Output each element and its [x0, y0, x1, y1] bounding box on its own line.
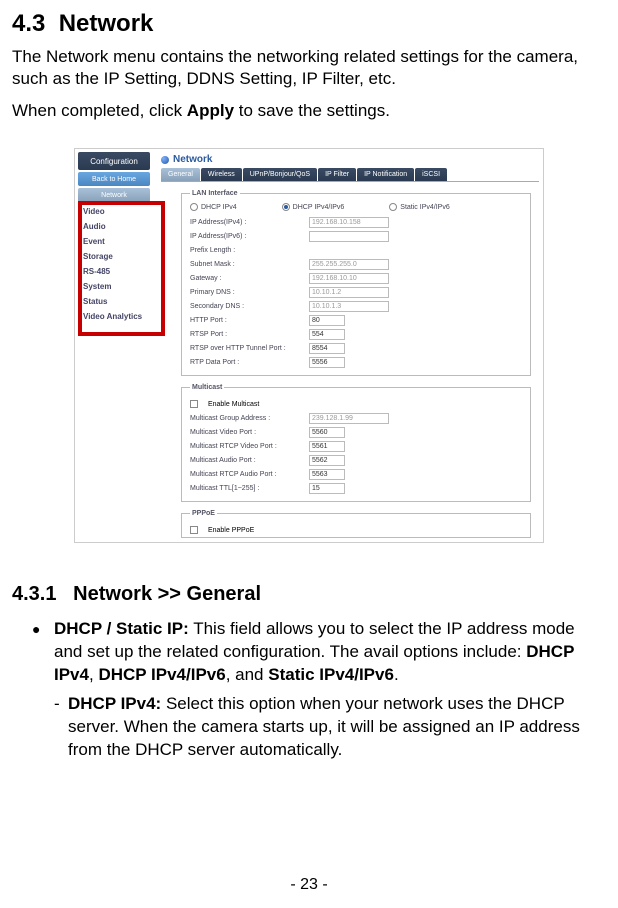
rtp-data-port-input[interactable]: 5556: [309, 357, 345, 368]
config-button[interactable]: Configuration: [78, 152, 150, 170]
screenshot-sidebar: Configuration Back to Home Network Video…: [75, 149, 153, 542]
enable-multicast-checkbox[interactable]: [190, 400, 198, 408]
multicast-video-port-input[interactable]: 5560: [309, 427, 345, 438]
pppoe-legend: PPPoE: [190, 510, 217, 517]
screenshot-figure: Configuration Back to Home Network Video…: [12, 148, 606, 543]
ip-mode-radios: DHCP IPv4 DHCP IPv4/IPv6 Static IPv4/IPv…: [190, 203, 522, 211]
multicast-rtcp-audio-port-input[interactable]: 5563: [309, 469, 345, 480]
primary-dns-input[interactable]: 10.10.1.2: [309, 287, 389, 298]
http-port-input[interactable]: 80: [309, 315, 345, 326]
tab-general[interactable]: General: [161, 168, 200, 181]
ip-address-ipv6-input[interactable]: [309, 231, 389, 242]
rtsp-port-input[interactable]: 554: [309, 329, 345, 340]
multicast-rtcp-video-port-input[interactable]: 5561: [309, 441, 345, 452]
tab-upnp[interactable]: UPnP/Bonjour/QoS: [243, 168, 317, 181]
ip-address-ipv4-input[interactable]: 192.168.10.158: [309, 217, 389, 228]
gateway-input[interactable]: 192.168.10.10: [309, 273, 389, 284]
lan-fieldset: LAN Interface DHCP IPv4 DHCP IPv4/IPv6 S…: [181, 190, 531, 376]
multicast-group-input[interactable]: 239.128.1.99: [309, 413, 389, 424]
secondary-dns-input[interactable]: 10.10.1.3: [309, 301, 389, 312]
screenshot-content: Network General Wireless UPnP/Bonjour/Qo…: [157, 149, 543, 542]
radio-dhcp-ipv4ipv6[interactable]: [282, 203, 290, 211]
tab-iscsi[interactable]: iSCSI: [415, 168, 447, 181]
bullet-item-dhcp: DHCP / Static IP: This field allows you …: [32, 618, 606, 687]
tab-panel: LAN Interface DHCP IPv4 DHCP IPv4/IPv6 S…: [161, 181, 539, 538]
radio-dhcp-ipv4[interactable]: [190, 203, 198, 211]
intro-paragraph-2: When completed, click Apply to save the …: [12, 100, 606, 122]
back-to-home-button[interactable]: Back to Home: [78, 172, 150, 186]
multicast-legend: Multicast: [190, 384, 224, 391]
bullet-list: DHCP / Static IP: This field allows you …: [12, 618, 606, 687]
subnet-mask-input[interactable]: 255.255.255.0: [309, 259, 389, 270]
intro-paragraph-1: The Network menu contains the networking…: [12, 46, 606, 90]
dash-list: DHCP IPv4: Select this option when your …: [12, 693, 606, 762]
rtsp-http-tunnel-port-input[interactable]: 8554: [309, 343, 345, 354]
enable-pppoe-checkbox[interactable]: [190, 526, 198, 534]
multicast-ttl-input[interactable]: 15: [309, 483, 345, 494]
multicast-fieldset: Multicast Enable Multicast Multicast Gro…: [181, 384, 531, 502]
tab-ipfilter[interactable]: IP Filter: [318, 168, 356, 181]
app-screenshot: Configuration Back to Home Network Video…: [74, 148, 544, 543]
pppoe-fieldset: PPPoE Enable PPPoE: [181, 510, 531, 538]
dash-item-dhcp-ipv4: DHCP IPv4: Select this option when your …: [54, 693, 606, 762]
subsection-heading: 4.3.1 Network >> General: [12, 583, 606, 606]
lan-legend: LAN Interface: [190, 190, 240, 197]
tab-ipnotification[interactable]: IP Notification: [357, 168, 414, 181]
highlight-box: [78, 201, 165, 336]
tab-wireless[interactable]: Wireless: [201, 168, 242, 181]
tab-bar: General Wireless UPnP/Bonjour/QoS IP Fil…: [161, 168, 543, 181]
sidebar-item-network[interactable]: Network: [78, 188, 150, 202]
multicast-audio-port-input[interactable]: 5562: [309, 455, 345, 466]
bullet-icon: [161, 156, 169, 164]
section-heading: 4.3 Network: [12, 10, 606, 38]
content-title: Network: [157, 149, 543, 168]
page-number: - 23 -: [0, 876, 618, 894]
radio-static[interactable]: [389, 203, 397, 211]
